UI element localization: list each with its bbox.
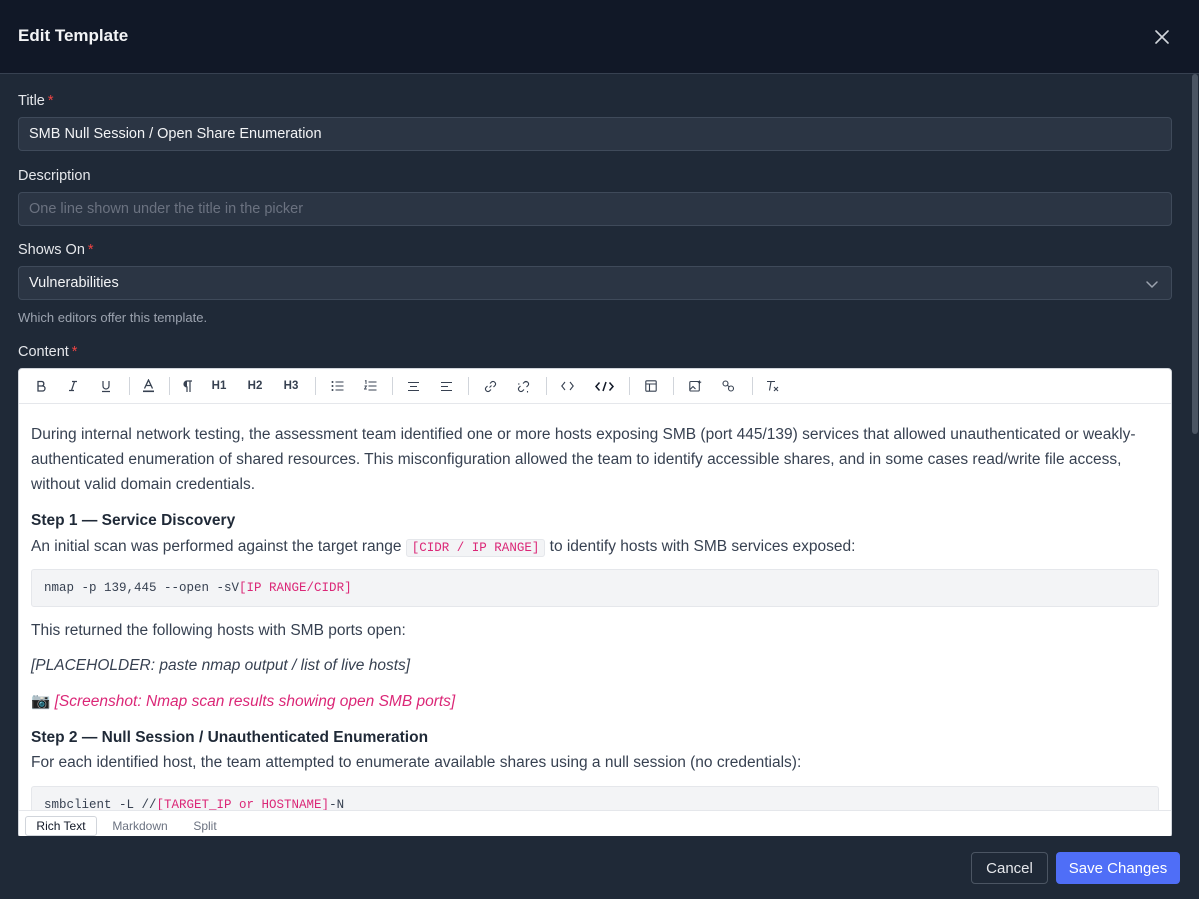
code-block-icon	[594, 381, 614, 391]
step1-heading: Step 1 — Service Discovery	[31, 512, 236, 529]
step1-placeholder: [PLACEHOLDER: paste nmap output / list o…	[31, 657, 411, 674]
bold-icon	[37, 380, 46, 392]
editor-toolbar: H1 H2 H3	[19, 369, 1171, 404]
unlink-icon	[517, 380, 529, 392]
step2-code-block: smbclient -L //[TARGET_IP or HOSTNAME] -…	[31, 786, 1159, 810]
editor-mode-bar: Rich Text Markdown Split	[19, 810, 1171, 836]
bold-button[interactable]	[33, 377, 49, 395]
shows-on-value: Vulnerabilities	[29, 275, 119, 291]
align-left-button[interactable]	[438, 377, 454, 395]
table-icon	[645, 380, 657, 392]
editor-content[interactable]: During internal network testing, the ass…	[19, 404, 1171, 810]
step2-paragraph: For each identified host, the team attem…	[31, 754, 802, 771]
heading-3-button[interactable]: H3	[281, 377, 301, 395]
tab-split[interactable]: Split	[185, 816, 225, 836]
required-mark: *	[71, 344, 78, 360]
scrollbar[interactable]	[1192, 74, 1198, 434]
toolbar-separator	[392, 377, 393, 395]
shows-on-select[interactable]: Vulnerabilities	[18, 266, 1172, 300]
cancel-button[interactable]: Cancel	[971, 852, 1048, 884]
align-center-icon	[407, 381, 419, 391]
italic-icon	[69, 380, 77, 392]
modal-header: Edit Template	[0, 0, 1199, 74]
paragraph-icon	[182, 379, 192, 392]
close-icon	[1155, 30, 1169, 44]
modal-body: Title * SMB Null Session / Open Share Enu…	[0, 74, 1199, 836]
tab-rich-text[interactable]: Rich Text	[25, 816, 97, 836]
intro-paragraph: During internal network testing, the ass…	[31, 426, 1136, 493]
step2-heading: Step 2 — Null Session / Unauthenticated …	[31, 729, 429, 746]
inline-code-icon	[560, 381, 574, 391]
toolbar-separator	[546, 377, 547, 395]
text-color-icon	[142, 379, 154, 393]
align-left-icon	[440, 381, 452, 391]
shows-on-label: Shows On *	[18, 242, 94, 258]
modal-title: Edit Template	[18, 26, 129, 45]
title-input[interactable]: SMB Null Session / Open Share Enumeratio…	[18, 117, 1172, 151]
toolbar-separator	[629, 377, 630, 395]
description-label: Description	[18, 168, 91, 184]
align-center-button[interactable]	[405, 377, 421, 395]
image-icon	[688, 380, 701, 392]
step1-returned-text: This returned the following hosts with S…	[31, 622, 406, 639]
tab-markdown[interactable]: Markdown	[105, 816, 175, 836]
close-button[interactable]	[1147, 22, 1177, 52]
link-button[interactable]	[482, 377, 498, 395]
toolbar-separator	[673, 377, 674, 395]
image-button[interactable]	[687, 377, 703, 395]
content-label: Content *	[18, 344, 78, 360]
toolbar-separator	[169, 377, 170, 395]
ordered-list-button[interactable]	[362, 377, 378, 395]
inline-code-button[interactable]	[559, 377, 575, 395]
heading-2-button[interactable]: H2	[245, 377, 265, 395]
rich-text-editor[interactable]: H1 H2 H3 During internal network testing…	[18, 368, 1172, 836]
required-mark: *	[87, 242, 94, 258]
shows-on-hint: Which editors offer this template.	[18, 310, 208, 325]
ordered-list-icon	[363, 380, 376, 391]
bullet-list-button[interactable]	[329, 377, 345, 395]
title-label: Title *	[18, 93, 54, 109]
toolbar-separator	[129, 377, 130, 395]
step1-paragraph: An initial scan was performed against th…	[31, 538, 856, 557]
required-mark: *	[47, 93, 54, 109]
table-button[interactable]	[643, 377, 659, 395]
underline-button[interactable]	[98, 377, 114, 395]
heading-1-button[interactable]: H1	[209, 377, 229, 395]
save-changes-button[interactable]: Save Changes	[1056, 852, 1180, 884]
step1-screenshot-line: 📷 [Screenshot: Nmap scan results showing…	[31, 693, 456, 710]
image-link-icon	[721, 380, 734, 392]
clear-format-button[interactable]	[764, 377, 780, 395]
edit-template-modal: Edit Template Title * SMB Null Session / …	[0, 0, 1199, 899]
code-block-button[interactable]	[593, 377, 615, 395]
underline-icon	[102, 380, 110, 392]
chevron-down-icon	[1146, 281, 1158, 289]
toolbar-separator	[752, 377, 753, 395]
bullet-list-icon	[331, 381, 343, 391]
link-icon	[484, 380, 496, 392]
text-color-button[interactable]	[140, 377, 156, 395]
image-link-button[interactable]	[720, 377, 736, 395]
step1-code-block: nmap -p 139,445 --open -sV [IP RANGE/CID…	[31, 569, 1159, 607]
toolbar-separator	[315, 377, 316, 395]
italic-button[interactable]	[65, 377, 81, 395]
modal-footer: Cancel Save Changes	[0, 836, 1199, 899]
inline-code: [CIDR / IP RANGE]	[405, 539, 546, 557]
description-input[interactable]: One line shown under the title in the pi…	[18, 192, 1172, 226]
camera-icon: 📷	[31, 693, 51, 710]
paragraph-button[interactable]	[180, 377, 194, 395]
toolbar-separator	[468, 377, 469, 395]
unlink-button[interactable]	[515, 377, 531, 395]
clear-format-icon	[766, 380, 778, 392]
